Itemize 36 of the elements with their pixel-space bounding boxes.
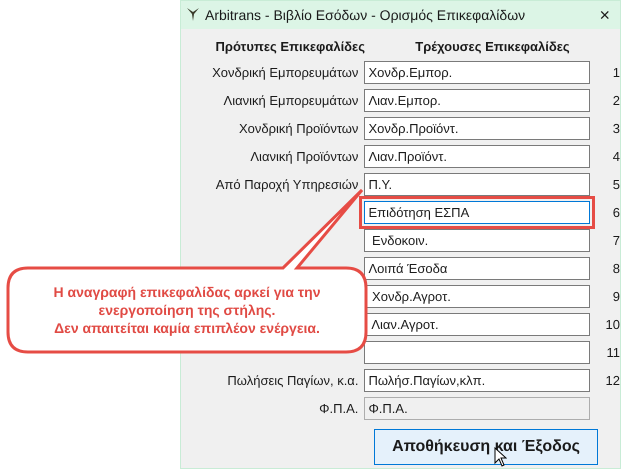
row-number: 11 xyxy=(606,344,620,362)
row-number: 3 xyxy=(612,120,620,138)
row-number: 8 xyxy=(612,260,620,278)
heading-field[interactable]: Π.Υ. xyxy=(364,173,590,196)
row-label: Χονδρική Προϊόντων xyxy=(238,120,358,138)
heading-field[interactable]: Χονδρ.Προϊόντ. xyxy=(364,117,590,140)
heading-field[interactable]: Επιδότηση ΕΣΠΑ xyxy=(364,201,590,224)
row-number: 9 xyxy=(612,288,620,306)
row-number: 1 xyxy=(612,64,620,82)
row-label: Χονδρική Εμπορευμάτων xyxy=(212,64,358,82)
heading-field[interactable]: Λοιπά Έσοδα xyxy=(364,257,590,280)
row-label: Πωλήσεις Παγίων, κ.α. xyxy=(227,372,358,390)
row-label: Λιανική Εμπορευμάτων xyxy=(224,92,358,110)
row-number: 7 xyxy=(612,232,620,250)
row-label: Από Παροχή Υπηρεσιών xyxy=(216,176,358,194)
row-number: 6 xyxy=(612,204,620,222)
row-label: Λιανική Προϊόντων xyxy=(250,148,358,166)
heading-field[interactable]: Χονδρ.Εμπορ. xyxy=(364,61,590,84)
window-title: Arbitrans - Βιβλίο Εσόδων - Ορισμός Επικεφαλίδων xyxy=(205,6,526,25)
column-header: Πρότυπες Επικεφαλίδες xyxy=(214,38,365,56)
heading-field[interactable]: Πωλήσ.Παγίων,κλπ. xyxy=(364,369,590,392)
close-button[interactable]: × xyxy=(599,6,610,24)
heading-field[interactable] xyxy=(364,341,590,364)
callout-text: Η αναγραφή επικεφαλίδας αρκεί για την ενεργοποίηση της στήλης. Δεν απαιτείται καμία επιπλέον ενέργεια. xyxy=(53,283,321,337)
row-number: 2 xyxy=(612,92,620,110)
heading-field[interactable]: Ενδοκοιν. xyxy=(364,229,590,252)
row-number: 4 xyxy=(612,148,620,166)
column-header: Τρέχουσες Επικεφαλίδες xyxy=(414,38,571,56)
heading-field[interactable]: Λιαν.Προϊόντ. xyxy=(364,145,590,168)
row-number: 5 xyxy=(612,176,620,194)
save-and-exit-button[interactable]: Αποθήκευση και Έξοδος xyxy=(374,428,598,464)
row-label: Φ.Π.Α. xyxy=(319,400,358,418)
row-number: 10 xyxy=(606,316,620,334)
bird-icon xyxy=(187,8,199,22)
heading-field[interactable]: Λιαν.Εμπορ. xyxy=(364,89,590,112)
row-number: 12 xyxy=(606,372,620,390)
